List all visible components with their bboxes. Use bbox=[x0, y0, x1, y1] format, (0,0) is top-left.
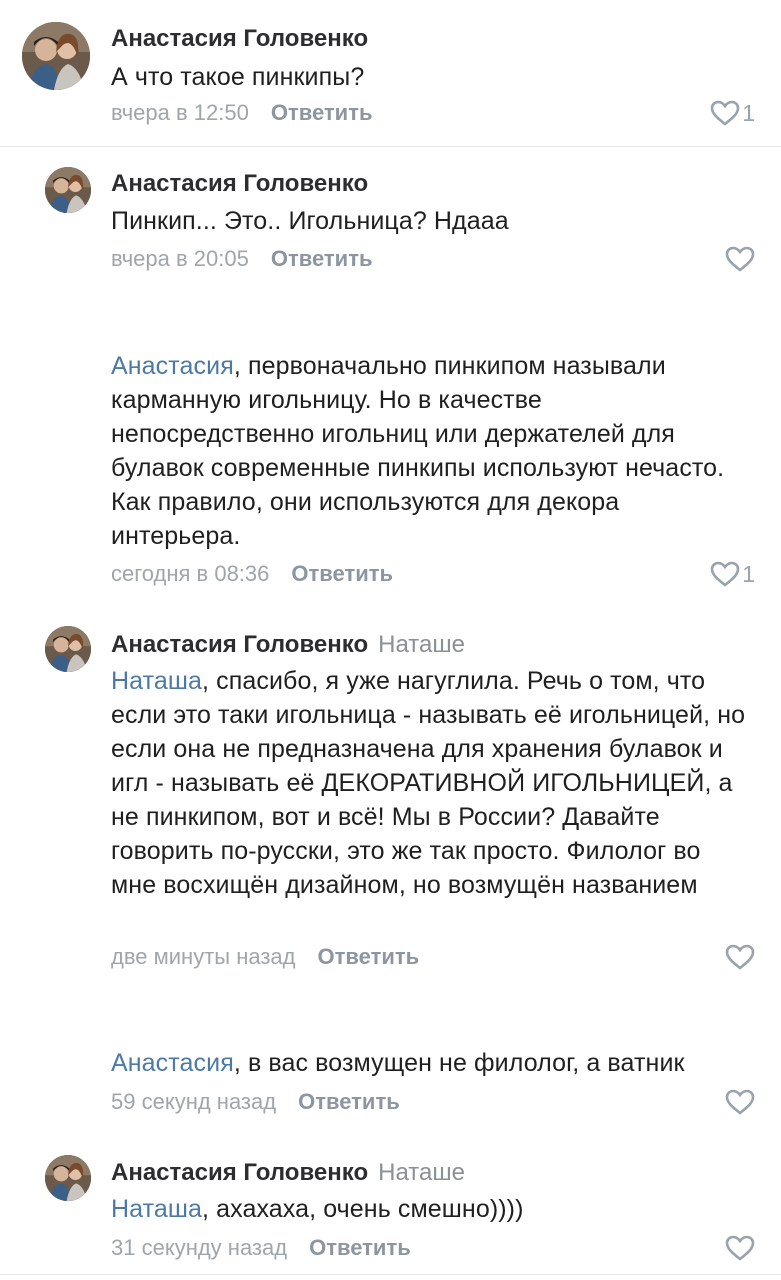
author-name[interactable]: Анастасия Головенко bbox=[111, 25, 368, 52]
comment-meta: вчера в 20:05 Ответить bbox=[111, 245, 373, 273]
reply-button[interactable]: Ответить bbox=[271, 246, 373, 271]
reply-button[interactable]: Ответить bbox=[298, 1089, 400, 1114]
reply-to-name[interactable]: Наташе bbox=[378, 1159, 465, 1186]
avatar[interactable] bbox=[45, 1155, 91, 1201]
like-button[interactable] bbox=[725, 1088, 755, 1116]
mention-link[interactable]: Наташа bbox=[111, 1195, 202, 1223]
heart-outline-icon bbox=[725, 246, 755, 272]
reply-to-name[interactable]: Наташе bbox=[378, 631, 465, 658]
comment-body: А что такое пинкипы? bbox=[111, 63, 365, 91]
author-name[interactable]: Анастасия Головенко bbox=[111, 631, 368, 658]
divider bbox=[0, 146, 781, 147]
comment-time[interactable]: 31 секунду назад bbox=[111, 1235, 287, 1260]
like-button[interactable]: 1 bbox=[710, 560, 755, 588]
avatar[interactable] bbox=[45, 167, 91, 213]
comment-text: Анастасия, в вас возмущен не филолог, а … bbox=[111, 1046, 751, 1080]
reply-button[interactable]: Ответить bbox=[309, 1235, 411, 1260]
reply-button[interactable]: Ответить bbox=[318, 944, 420, 969]
avatar[interactable] bbox=[45, 626, 91, 672]
avatar[interactable] bbox=[22, 22, 90, 90]
comment-time[interactable]: сегодня в 08:36 bbox=[111, 561, 269, 586]
heart-outline-icon bbox=[725, 1089, 755, 1115]
like-count: 1 bbox=[742, 99, 755, 126]
heart-outline-icon bbox=[725, 1235, 755, 1261]
comment-meta: вчера в 12:50 Ответить bbox=[111, 99, 373, 127]
comment-time[interactable]: 59 секунд назад bbox=[111, 1089, 276, 1114]
comment-body: Пинкип... Это.. Игольница? Ндааа bbox=[111, 207, 509, 235]
comment-body: , в вас возмущен не филолог, а ватник bbox=[233, 1049, 685, 1077]
author-line: Анастасия Головенко bbox=[111, 24, 368, 54]
author-name[interactable]: Анастасия Головенко bbox=[111, 1159, 368, 1186]
heart-outline-icon bbox=[710, 100, 740, 126]
comment-text: Наташа, ахахаха, очень смешно)))) bbox=[111, 1192, 751, 1226]
like-button[interactable] bbox=[725, 245, 755, 273]
comment-body: , ахахаха, очень смешно)))) bbox=[202, 1195, 524, 1223]
comment-time[interactable]: вчера в 12:50 bbox=[111, 100, 249, 125]
author-line: Анастасия Головенко bbox=[111, 169, 368, 199]
comment-meta: 31 секунду назад Ответить bbox=[111, 1234, 411, 1262]
comment-time[interactable]: вчера в 20:05 bbox=[111, 246, 249, 271]
author-line: Анастасия Головенко Наташе bbox=[111, 1158, 465, 1188]
comment-body: , первоначально пинкипом называли карман… bbox=[111, 352, 725, 550]
mention-link[interactable]: Анастасия bbox=[111, 352, 234, 380]
comment-text: А что такое пинкипы? bbox=[111, 60, 751, 94]
reply-button[interactable]: Ответить bbox=[271, 100, 373, 125]
like-button[interactable]: 1 bbox=[710, 99, 755, 127]
heart-outline-icon bbox=[710, 561, 740, 587]
divider bbox=[0, 1274, 781, 1275]
like-count: 1 bbox=[742, 560, 755, 587]
like-button[interactable] bbox=[725, 943, 755, 971]
mention-link[interactable]: Наташа bbox=[111, 667, 202, 695]
comment-text: Пинкип... Это.. Игольница? Ндааа bbox=[111, 204, 751, 238]
reply-button[interactable]: Ответить bbox=[291, 561, 393, 586]
comment-meta: две минуты назад Ответить bbox=[111, 943, 419, 971]
like-button[interactable] bbox=[725, 1234, 755, 1262]
mention-link[interactable]: Анастасия bbox=[111, 1049, 234, 1077]
heart-outline-icon bbox=[725, 944, 755, 970]
comment-text: Анастасия, первоначально пинкипом называ… bbox=[111, 349, 751, 553]
comment-time[interactable]: две минуты назад bbox=[111, 944, 296, 969]
comment-meta: сегодня в 08:36 Ответить bbox=[111, 560, 393, 588]
author-name[interactable]: Анастасия Головенко bbox=[111, 170, 368, 197]
author-line: Анастасия Головенко Наташе bbox=[111, 630, 465, 660]
comment-meta: 59 секунд назад Ответить bbox=[111, 1088, 400, 1116]
comment-body: , спасибо, я уже нагуглила. Речь о том, … bbox=[111, 667, 746, 899]
comment-text: Наташа, спасибо, я уже нагуглила. Речь о… bbox=[111, 664, 751, 902]
